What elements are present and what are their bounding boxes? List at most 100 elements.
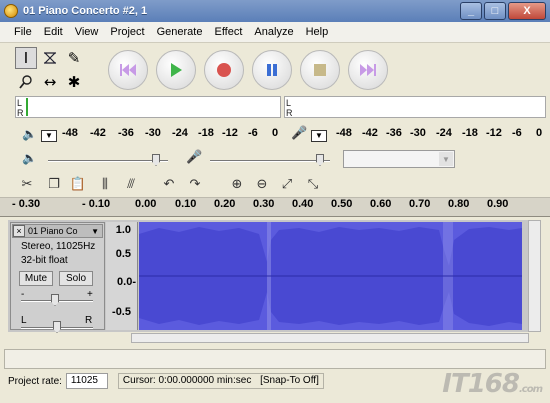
- speaker-icon[interactable]: 🔈: [22, 127, 37, 141]
- menu-generate[interactable]: Generate: [151, 26, 209, 38]
- skip-to-end-button[interactable]: [348, 50, 388, 90]
- menu-edit[interactable]: Edit: [38, 26, 69, 38]
- amplitude-scale: 1.0 0.5 0.0- -0.5: [106, 222, 138, 330]
- scale-label: 1.0: [115, 224, 131, 236]
- menu-help[interactable]: Help: [300, 26, 335, 38]
- watermark-logo: IT168.com: [442, 369, 543, 399]
- input-volume-slider[interactable]: [316, 154, 324, 166]
- chevron-down-icon[interactable]: ▼: [91, 227, 99, 236]
- horizontal-scrollbar[interactable]: [131, 333, 529, 343]
- timeshift-tool-icon[interactable]: ↔: [39, 71, 61, 93]
- menu-view[interactable]: View: [69, 26, 105, 38]
- record-scale: -48 -42 -36 -30 -24 -18 -12 -6 0: [336, 127, 546, 141]
- timeline-ruler[interactable]: - 0.30 - 0.10 0.00 0.10 0.20 0.30 0.40 0…: [0, 197, 550, 217]
- vertical-scrollbar[interactable]: [528, 220, 541, 332]
- record-meter-right-label: R: [286, 108, 293, 118]
- input-volume-track: [210, 160, 330, 162]
- playback-meter-dropdown[interactable]: ▼: [41, 130, 57, 142]
- scale-tick: -30: [145, 127, 161, 139]
- scale-tick: -6: [248, 127, 258, 139]
- undo-icon[interactable]: ↶: [158, 174, 180, 194]
- zoom-out-icon[interactable]: ⊖: [251, 174, 273, 194]
- microphone-icon[interactable]: 🎤: [291, 126, 307, 141]
- close-button[interactable]: X: [508, 2, 546, 20]
- fit-project-icon[interactable]: ⤡: [302, 174, 324, 194]
- audacity-icon: [4, 4, 18, 18]
- project-rate-field[interactable]: 11025: [65, 373, 108, 389]
- track-name: 01 Piano Co: [28, 226, 78, 236]
- menu-effect[interactable]: Effect: [208, 26, 248, 38]
- project-rate-label: Project rate:: [8, 375, 62, 387]
- chevron-down-icon: ▼: [439, 152, 453, 166]
- redo-icon[interactable]: ↷: [184, 174, 206, 194]
- pause-button[interactable]: [252, 50, 292, 90]
- pan-slider[interactable]: [53, 321, 61, 333]
- menu-file[interactable]: File: [8, 26, 38, 38]
- fit-selection-icon[interactable]: ⤢: [276, 174, 298, 194]
- playback-scale: -48 -42 -36 -30 -24 -18 -12 -6 0: [62, 127, 282, 141]
- record-meter-dropdown[interactable]: ▼: [311, 130, 327, 142]
- track-name-bar[interactable]: × 01 Piano Co ▼: [12, 224, 103, 238]
- meter-left-label: L: [17, 98, 23, 108]
- tools-toolbar: I ✎ ↔ ✱: [13, 45, 93, 95]
- multi-tool-icon[interactable]: ✱: [63, 71, 85, 93]
- record-icon: [217, 63, 231, 77]
- mixer-toolbar: 🔈 🎤: [0, 147, 550, 171]
- solo-button[interactable]: Solo: [59, 271, 93, 286]
- scale-tick: -12: [486, 127, 502, 139]
- play-button[interactable]: [156, 50, 196, 90]
- scale-tick: -36: [386, 127, 402, 139]
- watermark-brand: IT168: [442, 369, 520, 399]
- record-button[interactable]: [204, 50, 244, 90]
- ruler-tick: 0.90: [487, 198, 509, 210]
- scale-tick: -12: [222, 127, 238, 139]
- selection-tool-icon[interactable]: I: [15, 47, 37, 69]
- title-bar: 01 Piano Concerto #2, 1 _ □ X: [0, 0, 550, 22]
- pan-right-label: R: [85, 315, 93, 326]
- scale-tick: -18: [462, 127, 478, 139]
- gain-slider[interactable]: [51, 294, 59, 306]
- scale-tick: -24: [436, 127, 452, 139]
- close-icon[interactable]: ×: [13, 225, 25, 237]
- paste-icon[interactable]: 📋: [67, 174, 89, 194]
- menu-analyze[interactable]: Analyze: [248, 26, 299, 38]
- scale-tick: -36: [118, 127, 134, 139]
- menu-project[interactable]: Project: [104, 26, 150, 38]
- minimize-button[interactable]: _: [460, 2, 482, 20]
- output-volume-track: [48, 160, 168, 162]
- snap-status: [Snap-To Off]: [260, 375, 319, 386]
- menu-bar: File Edit View Project Generate Effect A…: [0, 22, 550, 43]
- mute-button[interactable]: Mute: [19, 271, 53, 286]
- ruler-tick: 0.70: [409, 198, 431, 210]
- trim-icon[interactable]: ⫼: [94, 174, 116, 194]
- playback-meter: L R: [15, 96, 281, 118]
- scale-tick: -18: [198, 127, 214, 139]
- maximize-button[interactable]: □: [484, 2, 506, 20]
- track-control-panel: × 01 Piano Co ▼ Stereo, 11025Hz 32-bit f…: [10, 222, 105, 333]
- scale-label: -0.5: [112, 306, 131, 318]
- ruler-tick: 0.20: [214, 198, 236, 210]
- waveform-display[interactable]: [139, 222, 522, 330]
- copy-icon[interactable]: ❐: [43, 174, 65, 194]
- window-title: 01 Piano Concerto #2, 1: [23, 5, 148, 17]
- watermark-suffix: .com: [518, 384, 543, 395]
- scale-tick: -48: [336, 127, 352, 139]
- scale-tick: -42: [90, 127, 106, 139]
- silence-icon[interactable]: ⫻: [120, 174, 142, 194]
- cut-icon[interactable]: ✂: [16, 174, 38, 194]
- waveform: [139, 222, 522, 330]
- draw-tool-icon[interactable]: ✎: [63, 47, 85, 69]
- zoom-tool-icon[interactable]: [15, 71, 37, 93]
- scale-label: 0.0-: [117, 276, 136, 288]
- zoom-in-icon[interactable]: ⊕: [226, 174, 248, 194]
- output-volume-slider[interactable]: [152, 154, 160, 166]
- skip-end-icon: [360, 64, 376, 76]
- stop-button[interactable]: [300, 50, 340, 90]
- skip-to-start-button[interactable]: [108, 50, 148, 90]
- pan-left-label: L: [21, 315, 27, 326]
- meter-right-label: R: [17, 108, 24, 118]
- gain-plus-label: +: [87, 289, 93, 300]
- input-source-select[interactable]: ▼: [343, 150, 455, 168]
- envelope-tool-icon[interactable]: [39, 47, 61, 69]
- ruler-tick: 0.40: [292, 198, 314, 210]
